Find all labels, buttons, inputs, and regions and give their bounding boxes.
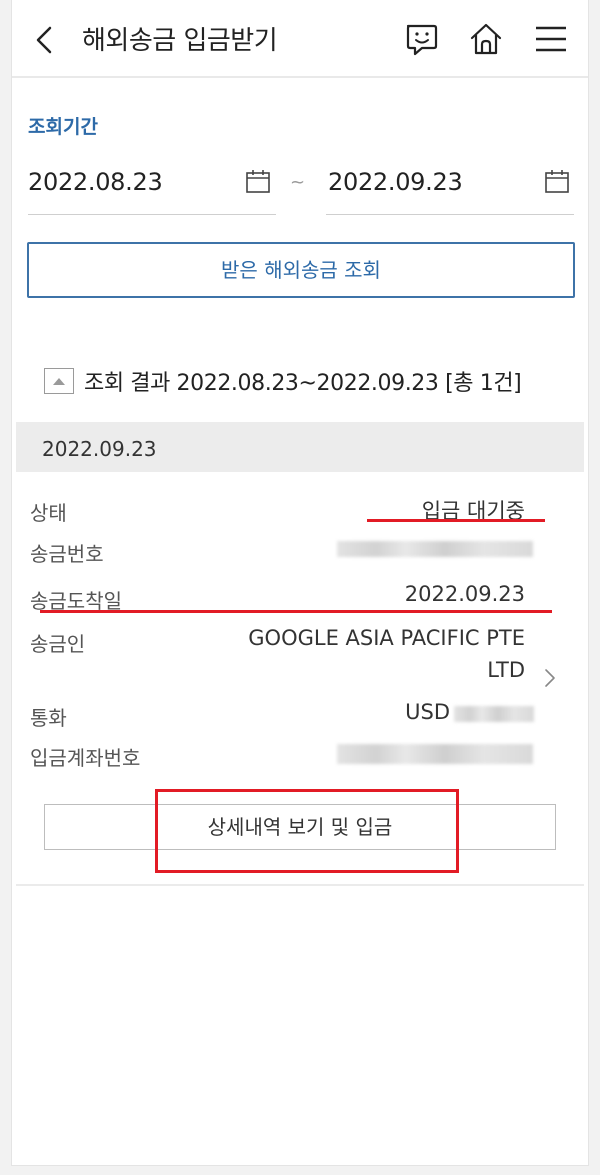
annotation-underline: [367, 519, 545, 522]
redacted-amount: [454, 706, 534, 722]
status-label: 상태: [30, 501, 67, 525]
app-frame: 해외송금 입금받기 조회기간 2022.08.23 ~ 2022.09.23 받…: [11, 0, 589, 1166]
sender-value-line1: GOOGLE ASIA PACIFIC PTE: [248, 626, 525, 650]
app-header: 해외송금 입금받기: [12, 0, 588, 78]
sender-label: 송금인: [30, 632, 86, 656]
section-divider: [16, 884, 584, 886]
chat-icon[interactable]: [402, 20, 440, 58]
date-range-separator: ~: [290, 172, 306, 193]
start-date-field[interactable]: 2022.08.23: [28, 168, 163, 196]
start-date-underline: [28, 214, 276, 215]
chevron-left-icon[interactable]: [30, 22, 62, 58]
sender-value-line2: LTD: [487, 658, 525, 682]
end-date-underline: [326, 214, 574, 215]
currency-label: 통화: [30, 706, 67, 730]
redacted-remittance-number: [337, 541, 533, 557]
page-title: 해외송금 입금받기: [82, 26, 278, 56]
annotation-underline: [40, 610, 552, 613]
triangle-up-icon: [53, 378, 65, 385]
chevron-right-icon[interactable]: [542, 667, 558, 689]
remittance-number-label: 송금번호: [30, 542, 104, 566]
period-label: 조회기간: [28, 116, 98, 138]
deposit-account-label: 입금계좌번호: [30, 746, 141, 770]
search-remittance-button[interactable]: 받은 해외송금 조회: [27, 242, 575, 298]
redacted-account-number: [337, 744, 533, 764]
currency-value: USD: [405, 700, 450, 724]
end-date-field[interactable]: 2022.09.23: [328, 168, 463, 196]
home-icon[interactable]: [467, 20, 505, 58]
calendar-icon[interactable]: [544, 168, 570, 194]
arrival-date-value: 2022.09.23: [404, 582, 525, 606]
collapse-toggle[interactable]: [44, 368, 74, 394]
result-summary: 조회 결과 2022.08.23~2022.09.23 [총 1건]: [84, 371, 522, 396]
annotation-box: [155, 789, 459, 873]
menu-icon[interactable]: [532, 20, 570, 58]
calendar-icon[interactable]: [245, 168, 271, 194]
result-date: 2022.09.23: [42, 437, 157, 461]
